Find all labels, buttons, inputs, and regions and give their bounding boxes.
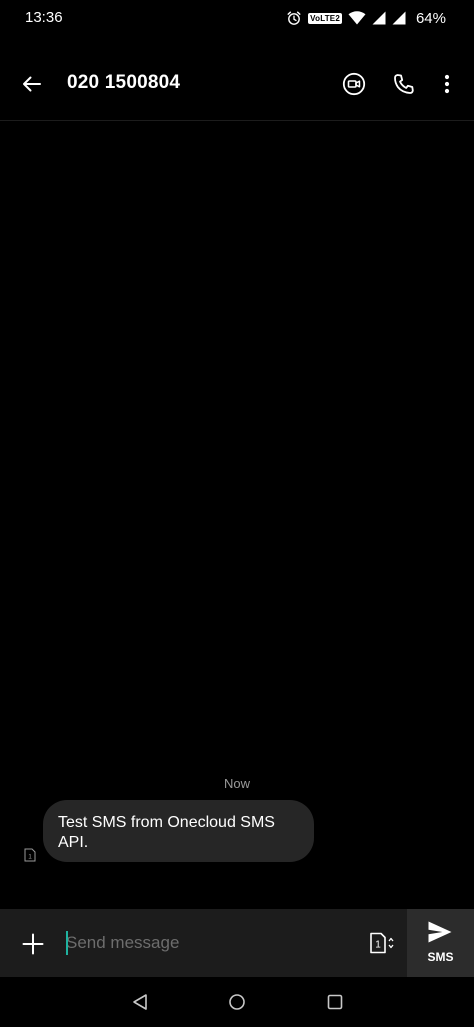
volte-badge: VoLTE2 (308, 12, 342, 24)
system-nav-bar (0, 977, 474, 1027)
back-arrow-icon (23, 76, 41, 92)
nav-recents-icon (327, 994, 343, 1010)
app-bar: 020 1500804 (0, 48, 474, 121)
video-call-icon (342, 72, 366, 96)
signal-icon-1 (372, 11, 386, 25)
message-input[interactable] (66, 927, 346, 959)
sim-card-icon: 1 (24, 848, 36, 862)
wifi-icon (348, 11, 366, 25)
back-button[interactable] (14, 66, 50, 102)
sim-switch-icon: 1 (370, 932, 394, 954)
message-timestamp: Now (223, 776, 250, 791)
alarm-icon (287, 11, 301, 25)
status-bar: 13:36 VoLTE2 64% (0, 0, 474, 36)
message-composer: 1 SMS (0, 909, 474, 977)
message-thread[interactable]: Now 1 Test SMS from Onecloud SMS API. (0, 121, 474, 909)
battery-percent: 64% (415, 9, 446, 27)
message-text: Test SMS from Onecloud SMS API. (58, 814, 275, 851)
signal-icon-2 (392, 11, 406, 25)
send-button[interactable]: SMS (407, 909, 474, 977)
more-options-button[interactable] (429, 66, 465, 102)
text-cursor (66, 931, 68, 955)
status-icons: VoLTE2 64% (286, 8, 446, 28)
plus-icon (22, 933, 44, 955)
call-button[interactable] (386, 66, 422, 102)
video-call-button[interactable] (336, 66, 372, 102)
message-bubble[interactable]: Test SMS from Onecloud SMS API. (43, 800, 314, 862)
nav-back-icon (133, 994, 147, 1010)
nav-home-button[interactable] (222, 987, 252, 1017)
nav-recents-button[interactable] (320, 987, 350, 1017)
nav-home-icon (229, 994, 245, 1010)
conversation-title: 020 1500804 (67, 72, 181, 93)
status-time: 13:36 (25, 9, 63, 26)
send-label: SMS (427, 950, 454, 964)
attach-button[interactable] (14, 925, 52, 963)
sim-select-number: 1 (375, 940, 381, 951)
nav-back-button[interactable] (125, 987, 155, 1017)
sim-number: 1 (28, 854, 32, 861)
sim-select-button[interactable]: 1 (366, 926, 398, 960)
more-vert-icon (444, 74, 450, 94)
send-icon (428, 921, 452, 943)
phone-icon (394, 74, 414, 94)
